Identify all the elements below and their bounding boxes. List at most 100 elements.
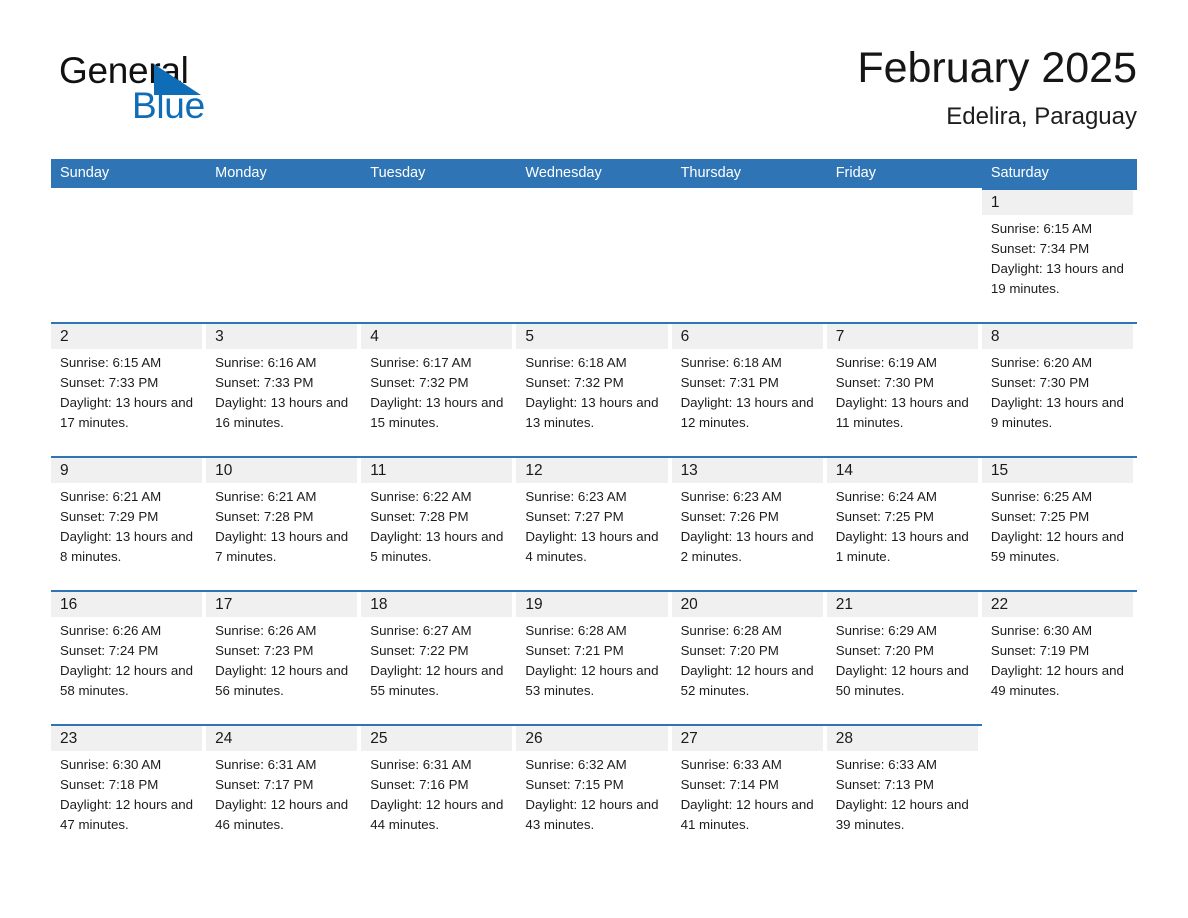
sunrise-text: Sunrise: 6:33 AM (680, 757, 782, 772)
day-cell-inner: 1 Sunrise: 6:15 AM Sunset: 7:34 PM Daylight… (981, 190, 1133, 322)
day-number: 13 (680, 462, 698, 479)
daylight-text: Daylight: 12 hours and 49 minutes. (990, 663, 1124, 698)
day-number-band: 2 (51, 324, 203, 349)
day-number-band (672, 190, 823, 215)
day-cell-10[interactable]: 10 Sunrise: 6:21 AM Sunset: 7:28 PM Dayligh… (206, 456, 362, 590)
sunrise-text: Sunrise: 6:18 AM (525, 355, 627, 370)
day-cell-inner (361, 190, 512, 322)
day-number-band (827, 190, 978, 215)
day-cell-4[interactable]: 4 Sunrise: 6:17 AM Sunset: 7:32 PM Daylight… (361, 322, 517, 456)
day-number: 14 (835, 462, 853, 479)
sunrise-text: Sunrise: 6:30 AM (60, 757, 162, 772)
day-cell-24[interactable]: 24 Sunrise: 6:31 AM Sunset: 7:17 PM Dayligh… (206, 724, 362, 858)
day-cell-20[interactable]: 20 Sunrise: 6:28 AM Sunset: 7:20 PM Dayligh… (671, 590, 827, 724)
day-cell-12[interactable]: 12 Sunrise: 6:23 AM Sunset: 7:27 PM Dayligh… (516, 456, 672, 590)
day-cell-inner: 10 Sunrise: 6:21 AM Sunset: 7:28 PM Dayligh… (206, 458, 358, 590)
daylight-text: Daylight: 12 hours and 44 minutes. (370, 797, 504, 832)
day-cell-7[interactable]: 7 Sunrise: 6:19 AM Sunset: 7:30 PM Daylight… (826, 322, 982, 456)
day-number-band: 28 (826, 726, 978, 751)
weekday-header-saturday: Saturday (990, 165, 1049, 181)
sunset-text: Sunset: 7:33 PM (60, 375, 159, 390)
daylight-text: Daylight: 12 hours and 53 minutes. (525, 663, 659, 698)
daylight-text: Daylight: 13 hours and 9 minutes. (990, 395, 1124, 430)
day-cell-18[interactable]: 18 Sunrise: 6:27 AM Sunset: 7:22 PM Dayligh… (361, 590, 517, 724)
day-sun-info: Sunrise: 6:29 AM Sunset: 7:20 PM Daylight:… (827, 617, 978, 701)
weekday-header-row: Sunday Monday Tuesday Wednesday Thursday Frid… (51, 159, 1137, 188)
day-cell-16[interactable]: 16 Sunrise: 6:26 AM Sunset: 7:24 PM Dayligh… (51, 590, 207, 724)
day-cell-inner: 24 Sunrise: 6:31 AM Sunset: 7:17 PM Dayligh… (206, 726, 358, 858)
day-number: 7 (835, 328, 845, 345)
day-sun-info: Sunrise: 6:17 AM Sunset: 7:32 PM Daylight:… (361, 349, 512, 433)
day-cell-26[interactable]: 26 Sunrise: 6:32 AM Sunset: 7:15 PM Dayligh… (516, 724, 672, 858)
daylight-text: Daylight: 13 hours and 17 minutes. (60, 395, 194, 430)
day-number: 18 (370, 596, 388, 613)
day-number: 27 (680, 730, 698, 747)
sunset-text: Sunset: 7:33 PM (215, 375, 314, 390)
day-sun-info: Sunrise: 6:23 AM Sunset: 7:27 PM Daylight:… (516, 483, 667, 567)
daylight-text: Daylight: 12 hours and 58 minutes. (60, 663, 194, 698)
sunset-text: Sunset: 7:32 PM (525, 375, 624, 390)
day-cell-inner (982, 726, 1133, 858)
day-cell-21[interactable]: 21 Sunrise: 6:29 AM Sunset: 7:20 PM Dayligh… (826, 590, 982, 724)
day-sun-info: Sunrise: 6:31 AM Sunset: 7:17 PM Daylight:… (206, 751, 357, 835)
day-sun-info: Sunrise: 6:21 AM Sunset: 7:29 PM Daylight:… (51, 483, 202, 567)
sunset-text: Sunset: 7:27 PM (525, 509, 624, 524)
day-number-band: 10 (206, 458, 358, 483)
daylight-text: Daylight: 12 hours and 59 minutes. (990, 529, 1124, 564)
logo-text-blue: Blue (132, 85, 205, 126)
day-number: 21 (835, 596, 853, 613)
day-cell-inner (827, 190, 978, 322)
sunrise-text: Sunrise: 6:17 AM (370, 355, 472, 370)
day-cell-28[interactable]: 28 Sunrise: 6:33 AM Sunset: 7:13 PM Dayligh… (826, 724, 982, 858)
day-cell-9[interactable]: 9 Sunrise: 6:21 AM Sunset: 7:29 PM Daylight… (51, 456, 207, 590)
day-cell-inner: 21 Sunrise: 6:29 AM Sunset: 7:20 PM Dayligh… (826, 592, 978, 724)
sunset-text: Sunset: 7:22 PM (370, 643, 469, 658)
day-cell-inner: 12 Sunrise: 6:23 AM Sunset: 7:27 PM Dayligh… (516, 458, 668, 590)
day-number-band: 3 (206, 324, 358, 349)
day-cell-19[interactable]: 19 Sunrise: 6:28 AM Sunset: 7:21 PM Dayligh… (516, 590, 672, 724)
daylight-text: Daylight: 13 hours and 12 minutes. (680, 395, 814, 430)
day-cell-6[interactable]: 6 Sunrise: 6:18 AM Sunset: 7:31 PM Daylight… (671, 322, 827, 456)
sunset-text: Sunset: 7:15 PM (525, 777, 624, 792)
day-number: 11 (370, 462, 387, 479)
location-subtitle: Edelira, Paraguay (946, 103, 1137, 130)
day-sun-info: Sunrise: 6:27 AM Sunset: 7:22 PM Daylight:… (361, 617, 512, 701)
daylight-text: Daylight: 13 hours and 5 minutes. (370, 529, 504, 564)
daylight-text: Daylight: 13 hours and 16 minutes. (215, 395, 349, 430)
general-blue-logo[interactable]: General Blue (59, 50, 319, 130)
day-number-band: 20 (671, 592, 823, 617)
day-cell-25[interactable]: 25 Sunrise: 6:31 AM Sunset: 7:16 PM Dayligh… (361, 724, 517, 858)
day-cell-23[interactable]: 23 Sunrise: 6:30 AM Sunset: 7:18 PM Dayligh… (51, 724, 207, 858)
day-cell-8[interactable]: 8 Sunrise: 6:20 AM Sunset: 7:30 PM Daylight… (981, 322, 1137, 456)
day-cell-13[interactable]: 13 Sunrise: 6:23 AM Sunset: 7:26 PM Dayligh… (671, 456, 827, 590)
day-cell-22[interactable]: 22 Sunrise: 6:30 AM Sunset: 7:19 PM Dayligh… (981, 590, 1137, 724)
day-cell-27[interactable]: 27 Sunrise: 6:33 AM Sunset: 7:14 PM Dayligh… (671, 724, 827, 858)
day-cell-5[interactable]: 5 Sunrise: 6:18 AM Sunset: 7:32 PM Daylight… (516, 322, 672, 456)
day-number-band: 5 (516, 324, 668, 349)
day-cell-2[interactable]: 2 Sunrise: 6:15 AM Sunset: 7:33 PM Daylight… (51, 322, 207, 456)
page-title: February 2025 (857, 44, 1137, 92)
day-cell-15[interactable]: 15 Sunrise: 6:25 AM Sunset: 7:25 PM Dayligh… (981, 456, 1137, 590)
day-number: 28 (835, 730, 853, 747)
day-number: 10 (215, 462, 233, 479)
day-cell-inner (51, 190, 202, 322)
day-cell-11[interactable]: 11 Sunrise: 6:22 AM Sunset: 7:28 PM Dayligh… (361, 456, 517, 590)
page-header: General Blue February 2025 Edelira, Para… (51, 42, 1137, 150)
daylight-text: Daylight: 12 hours and 52 minutes. (680, 663, 814, 698)
sunset-text: Sunset: 7:25 PM (990, 509, 1090, 524)
day-cell-inner: 25 Sunrise: 6:31 AM Sunset: 7:16 PM Dayligh… (361, 726, 513, 858)
sunset-text: Sunset: 7:32 PM (370, 375, 469, 390)
sunrise-text: Sunrise: 6:28 AM (680, 623, 782, 638)
day-number: 26 (525, 730, 543, 747)
day-number: 22 (990, 596, 1009, 613)
day-number: 4 (370, 328, 379, 345)
day-cell-inner: 3 Sunrise: 6:16 AM Sunset: 7:33 PM Daylight… (206, 324, 358, 456)
day-cell-14[interactable]: 14 Sunrise: 6:24 AM Sunset: 7:25 PM Dayligh… (826, 456, 982, 590)
day-cell-1[interactable]: 1 Sunrise: 6:15 AM Sunset: 7:34 PM Daylight… (981, 188, 1137, 322)
day-number: 15 (990, 462, 1009, 479)
day-cell-3[interactable]: 3 Sunrise: 6:16 AM Sunset: 7:33 PM Daylight… (206, 322, 362, 456)
day-number-band: 19 (516, 592, 668, 617)
daylight-text: Daylight: 12 hours and 47 minutes. (60, 797, 194, 832)
sunset-text: Sunset: 7:14 PM (680, 777, 779, 792)
day-cell-17[interactable]: 17 Sunrise: 6:26 AM Sunset: 7:23 PM Dayligh… (206, 590, 362, 724)
